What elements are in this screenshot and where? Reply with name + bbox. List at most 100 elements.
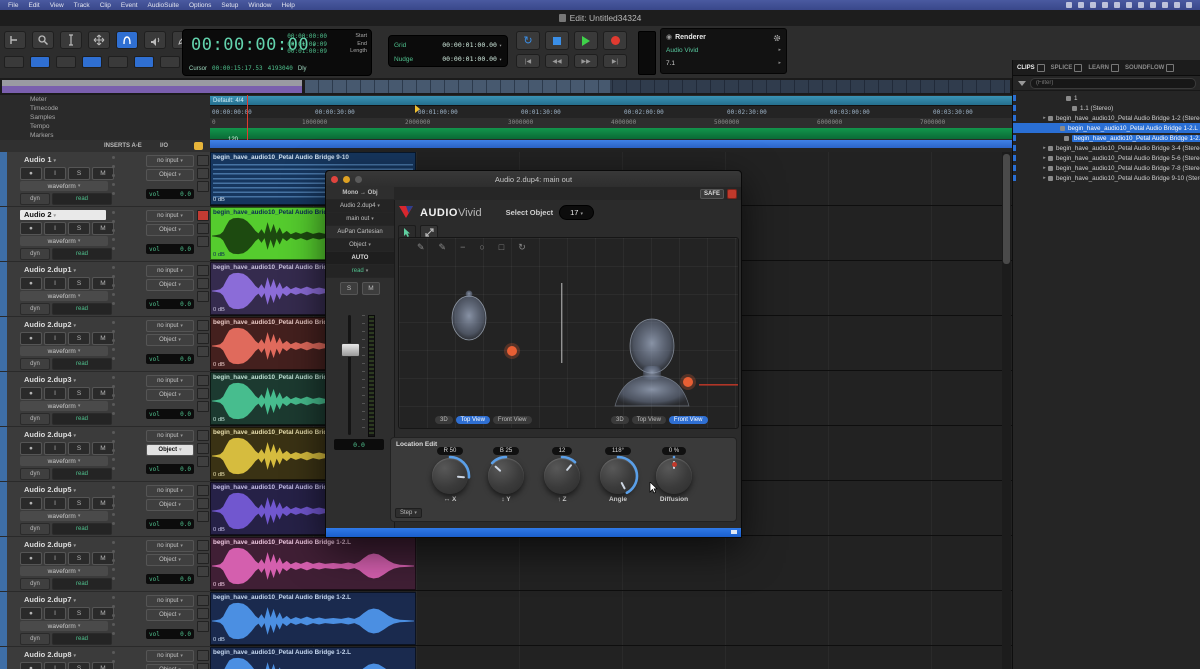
solo-button[interactable]: S [68,332,90,345]
clip-list-item[interactable]: begin_have_audio10_Petal Audio Bridge 1-… [1013,123,1200,133]
track-lane[interactable]: begin_have_audio10_Petal Audio Bridge 1-… [210,537,1012,591]
slip-mode-button[interactable] [30,56,50,68]
right-front-view-button[interactable]: Front View [669,416,708,424]
track-mini-button[interactable] [197,346,209,357]
mute-button[interactable]: M [92,552,114,565]
output-selector[interactable]: Object [146,609,194,621]
track-name[interactable]: Audio 2.dup2 [20,320,106,330]
record-enable-button[interactable]: ● [20,442,42,455]
track-mini-button[interactable] [197,375,209,386]
output-selector[interactable]: Object [146,664,194,669]
track-view-selector[interactable]: waveform [20,346,108,356]
filter-input[interactable] [1030,78,1196,89]
parameter-knob[interactable] [544,458,580,494]
track-mini-button[interactable] [197,210,209,221]
automation-mode-button[interactable]: read [52,193,112,205]
samples-ruler[interactable]: 0100000020000003000000400000050000006000… [210,118,1012,128]
track-mini-button[interactable] [197,265,209,276]
track-color-strip[interactable] [0,207,7,261]
expand-arrow-icon[interactable]: ▸ [1041,165,1048,171]
track-mini-button[interactable] [197,388,209,399]
length-value[interactable]: 00:01:00:09 [287,48,327,56]
clip-list-item[interactable]: ▸ begin_have_audio10_Petal Audio Bridge … [1013,153,1200,163]
solo-button[interactable]: S [68,167,90,180]
ruler-label[interactable]: Tempo [30,123,50,130]
solo-button[interactable]: S [68,552,90,565]
solo-button[interactable]: S [68,277,90,290]
input-selector[interactable]: no input [146,210,194,222]
sidebar-tab[interactable]: LEARN [1088,64,1119,72]
plugin-bottom-bar[interactable] [326,528,741,537]
inserts-slots[interactable] [112,156,115,195]
link-edit-button[interactable] [160,56,180,68]
input-selector[interactable]: no input [146,540,194,552]
status-icon[interactable] [1150,2,1156,8]
track-mini-button[interactable] [197,401,209,412]
mute-button[interactable]: M [92,442,114,455]
menu-item[interactable]: File [8,2,18,9]
automation-mode-button[interactable]: read [52,578,112,590]
record-enable-button[interactable]: ● [20,497,42,510]
dyn-button[interactable]: dyn [20,523,50,535]
input-monitor-button[interactable]: I [44,607,66,620]
track-name[interactable]: Audio 2.dup5 [20,485,106,495]
output-selector[interactable]: Object [146,334,194,346]
track-lane[interactable]: begin_have_audio10_Petal Audio Bridge 1-… [210,592,1012,646]
track-view-selector[interactable]: waveform [20,291,108,301]
solo-button[interactable]: S [68,497,90,510]
menu-item[interactable]: Clip [100,2,111,9]
go-to-start-button[interactable]: |◀ [516,54,540,68]
input-monitor-button[interactable]: I [44,222,66,235]
track-mini-button[interactable] [197,236,209,247]
track-name[interactable]: Audio 2.dup8 [20,650,106,660]
track-color-strip[interactable] [0,427,7,481]
clip-list-item[interactable]: ▸ begin_have_audio10_Petal Audio Bridge … [1013,113,1200,123]
smart-tool-button[interactable] [116,31,138,49]
power-icon[interactable]: ◉ [666,34,672,41]
status-icon[interactable] [1186,2,1192,8]
track-color-strip[interactable] [0,482,7,536]
input-monitor-button[interactable]: I [44,662,66,669]
plugin-mute-button[interactable]: M [362,282,380,295]
input-monitor-button[interactable]: I [44,332,66,345]
dyn-button[interactable]: dyn [20,248,50,260]
step-dropdown[interactable]: Step [395,508,422,518]
parameter-knob[interactable] [656,458,692,494]
track-mini-button[interactable] [197,540,209,551]
shuffle-mode-button[interactable] [4,56,24,68]
expand-arrow-icon[interactable]: ▸ [1041,175,1048,181]
plugin-solo-button[interactable]: S [340,282,358,295]
track-lane[interactable]: begin_have_audio10_Petal Audio Bridge 1-… [210,647,1012,669]
automation-mode-button[interactable]: read [52,468,112,480]
output-fader-slider[interactable] [638,31,656,75]
spot-mode-button[interactable] [56,56,76,68]
volume-display[interactable]: vol0.0 [146,464,194,474]
volume-display[interactable]: vol0.0 [146,354,194,364]
mute-button[interactable]: M [92,277,114,290]
automation-mode-button[interactable]: read [52,358,112,370]
plugin-titlebar[interactable]: Audio 2.dup4: main out [326,171,741,188]
track-color-strip[interactable] [0,592,7,646]
status-icon[interactable] [1138,2,1144,8]
output-selector[interactable]: Object [146,554,194,566]
record-enable-button[interactable]: ● [20,387,42,400]
clip-list-item[interactable]: ▸ begin_have_audio10_Petal Audio Bridge … [1013,163,1200,173]
volume-display[interactable]: vol0.0 [146,189,194,199]
stop-button[interactable] [545,31,569,50]
input-monitor-button[interactable]: I [44,277,66,290]
volume-display[interactable]: vol0.0 [146,629,194,639]
input-selector[interactable]: no input [146,650,194,662]
automation-mode-button[interactable]: read [52,248,112,260]
audio-clip[interactable]: begin_have_audio10_Petal Audio Bridge 1-… [210,537,416,590]
dyn-button[interactable]: dyn [20,633,50,645]
plugin-name-selector[interactable]: AuPan Cartesian [326,226,394,239]
track-color-strip[interactable] [0,317,7,371]
tab-transient-button[interactable] [134,56,154,68]
output-selector[interactable]: Object [146,169,194,181]
plugin-fader[interactable] [338,315,382,445]
inserts-slots[interactable] [112,266,115,305]
menu-item[interactable]: Setup [221,2,238,9]
record-enable-button[interactable]: ● [20,332,42,345]
track-name[interactable]: Audio 2.dup4 [20,430,106,440]
renderer-engine-select[interactable]: Audio Vivid▸ [666,44,781,57]
